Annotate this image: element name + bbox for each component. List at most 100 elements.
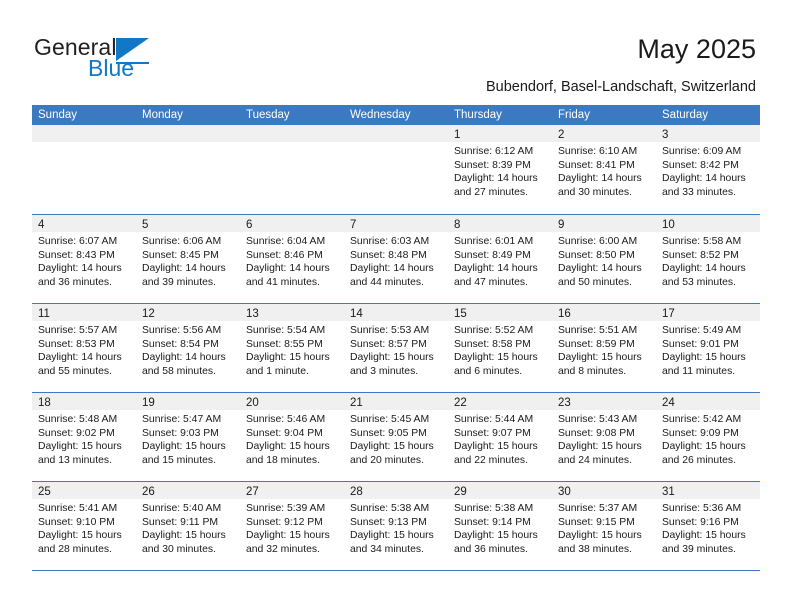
sunrise-text: Sunrise: 6:12 AM [454, 146, 534, 157]
page-header: General Blue May 2025 Bubendorf, Basel-L… [0, 0, 792, 100]
sunset-text: Sunset: 9:11 PM [142, 516, 219, 528]
day-number-band: 28 [344, 482, 448, 499]
daylight-text-line2: and 36 minutes. [454, 543, 528, 555]
day-details: Sunrise: 5:38 AM Sunset: 9:13 PM Dayligh… [344, 499, 448, 556]
daylight-text-line1: Daylight: 15 hours [350, 441, 434, 453]
daylight-text-line1: Daylight: 15 hours [246, 530, 330, 542]
day-number-band: 30 [552, 482, 656, 499]
sunrise-text: Sunrise: 5:56 AM [142, 325, 222, 336]
day-details [344, 142, 448, 145]
day-cell[interactable]: 6 Sunrise: 6:04 AM Sunset: 8:46 PM Dayli… [240, 215, 344, 303]
daylight-text-line1: Daylight: 14 hours [558, 173, 642, 185]
day-cell[interactable]: 14 Sunrise: 5:53 AM Sunset: 8:57 PM Dayl… [344, 304, 448, 392]
day-cell[interactable]: 18 Sunrise: 5:48 AM Sunset: 9:02 PM Dayl… [32, 393, 136, 481]
sunrise-text: Sunrise: 5:40 AM [142, 503, 222, 514]
day-number [136, 129, 142, 141]
sunset-text: Sunset: 9:12 PM [246, 516, 323, 528]
sunrise-text: Sunrise: 5:39 AM [246, 503, 326, 514]
daylight-text-line2: and 34 minutes. [350, 543, 424, 555]
day-details: Sunrise: 5:45 AM Sunset: 9:05 PM Dayligh… [344, 410, 448, 467]
sunrise-text: Sunrise: 5:49 AM [662, 325, 742, 336]
day-cell[interactable]: 2 Sunrise: 6:10 AM Sunset: 8:41 PM Dayli… [552, 125, 656, 214]
day-cell[interactable]: 21 Sunrise: 5:45 AM Sunset: 9:05 PM Dayl… [344, 393, 448, 481]
sunset-text: Sunset: 8:52 PM [662, 249, 739, 261]
day-details: Sunrise: 5:49 AM Sunset: 9:01 PM Dayligh… [656, 321, 760, 378]
daylight-text-line2: and 1 minute. [246, 365, 309, 377]
day-cell[interactable] [344, 125, 448, 214]
day-cell[interactable]: 26 Sunrise: 5:40 AM Sunset: 9:11 PM Dayl… [136, 482, 240, 570]
day-cell[interactable]: 13 Sunrise: 5:54 AM Sunset: 8:55 PM Dayl… [240, 304, 344, 392]
day-cell[interactable]: 9 Sunrise: 6:00 AM Sunset: 8:50 PM Dayli… [552, 215, 656, 303]
sunrise-text: Sunrise: 6:09 AM [662, 146, 742, 157]
daylight-text-line1: Daylight: 14 hours [662, 173, 746, 185]
day-details: Sunrise: 5:44 AM Sunset: 9:07 PM Dayligh… [448, 410, 552, 467]
day-cell[interactable]: 28 Sunrise: 5:38 AM Sunset: 9:13 PM Dayl… [344, 482, 448, 570]
day-details: Sunrise: 6:04 AM Sunset: 8:46 PM Dayligh… [240, 232, 344, 289]
general-blue-logo[interactable]: General Blue [34, 34, 234, 84]
day-cell[interactable] [32, 125, 136, 214]
day-number: 31 [662, 486, 675, 498]
sunrise-text: Sunrise: 6:03 AM [350, 236, 430, 247]
daylight-text-line2: and 55 minutes. [38, 365, 112, 377]
day-number: 2 [558, 129, 565, 141]
sunset-text: Sunset: 9:03 PM [142, 427, 219, 439]
daylight-text-line2: and 3 minutes. [350, 365, 419, 377]
day-cell[interactable] [240, 125, 344, 214]
daylight-text-line1: Daylight: 15 hours [38, 441, 122, 453]
day-cell[interactable]: 20 Sunrise: 5:46 AM Sunset: 9:04 PM Dayl… [240, 393, 344, 481]
day-number: 12 [142, 308, 155, 320]
day-cell[interactable]: 25 Sunrise: 5:41 AM Sunset: 9:10 PM Dayl… [32, 482, 136, 570]
day-cell[interactable]: 22 Sunrise: 5:44 AM Sunset: 9:07 PM Dayl… [448, 393, 552, 481]
day-cell[interactable]: 23 Sunrise: 5:43 AM Sunset: 9:08 PM Dayl… [552, 393, 656, 481]
sunrise-text: Sunrise: 6:10 AM [558, 146, 638, 157]
day-cell[interactable]: 1 Sunrise: 6:12 AM Sunset: 8:39 PM Dayli… [448, 125, 552, 214]
day-number-band: 18 [32, 393, 136, 410]
day-number: 18 [38, 397, 51, 409]
day-number: 1 [454, 129, 461, 141]
day-cell[interactable]: 3 Sunrise: 6:09 AM Sunset: 8:42 PM Dayli… [656, 125, 760, 214]
sunset-text: Sunset: 8:49 PM [454, 249, 531, 261]
day-cell[interactable]: 8 Sunrise: 6:01 AM Sunset: 8:49 PM Dayli… [448, 215, 552, 303]
day-number-band: 26 [136, 482, 240, 499]
sunrise-text: Sunrise: 5:48 AM [38, 414, 118, 425]
day-cell[interactable]: 31 Sunrise: 5:36 AM Sunset: 9:16 PM Dayl… [656, 482, 760, 570]
page-subtitle-location: Bubendorf, Basel-Landschaft, Switzerland [485, 79, 756, 95]
weekday-header-monday: Monday [142, 109, 183, 121]
day-cell[interactable]: 27 Sunrise: 5:39 AM Sunset: 9:12 PM Dayl… [240, 482, 344, 570]
day-cell[interactable]: 15 Sunrise: 5:52 AM Sunset: 8:58 PM Dayl… [448, 304, 552, 392]
sunrise-text: Sunrise: 5:57 AM [38, 325, 118, 336]
sunrise-text: Sunrise: 6:00 AM [558, 236, 638, 247]
day-cell[interactable]: 19 Sunrise: 5:47 AM Sunset: 9:03 PM Dayl… [136, 393, 240, 481]
daylight-text-line2: and 20 minutes. [350, 454, 424, 466]
sunset-text: Sunset: 8:59 PM [558, 338, 635, 350]
day-cell[interactable]: 11 Sunrise: 5:57 AM Sunset: 8:53 PM Dayl… [32, 304, 136, 392]
day-cell[interactable]: 12 Sunrise: 5:56 AM Sunset: 8:54 PM Dayl… [136, 304, 240, 392]
sunrise-text: Sunrise: 5:58 AM [662, 236, 742, 247]
day-cell[interactable]: 29 Sunrise: 5:38 AM Sunset: 9:14 PM Dayl… [448, 482, 552, 570]
day-number-band: 27 [240, 482, 344, 499]
day-cell[interactable]: 30 Sunrise: 5:37 AM Sunset: 9:15 PM Dayl… [552, 482, 656, 570]
day-cell[interactable]: 24 Sunrise: 5:42 AM Sunset: 9:09 PM Dayl… [656, 393, 760, 481]
sunset-text: Sunset: 8:43 PM [38, 249, 115, 261]
day-cell[interactable] [136, 125, 240, 214]
day-cell[interactable]: 7 Sunrise: 6:03 AM Sunset: 8:48 PM Dayli… [344, 215, 448, 303]
daylight-text-line2: and 18 minutes. [246, 454, 320, 466]
day-cell[interactable]: 5 Sunrise: 6:06 AM Sunset: 8:45 PM Dayli… [136, 215, 240, 303]
day-cell[interactable]: 17 Sunrise: 5:49 AM Sunset: 9:01 PM Dayl… [656, 304, 760, 392]
weekday-header-wednesday: Wednesday [350, 109, 411, 121]
sunrise-text: Sunrise: 5:37 AM [558, 503, 638, 514]
sunrise-text: Sunrise: 5:36 AM [662, 503, 742, 514]
daylight-text-line1: Daylight: 14 hours [350, 263, 434, 275]
day-number: 10 [662, 219, 675, 231]
day-cell[interactable]: 10 Sunrise: 5:58 AM Sunset: 8:52 PM Dayl… [656, 215, 760, 303]
day-cell[interactable]: 4 Sunrise: 6:07 AM Sunset: 8:43 PM Dayli… [32, 215, 136, 303]
weekday-header-sunday: Sunday [38, 109, 78, 121]
day-number-band: 13 [240, 304, 344, 321]
daylight-text-line1: Daylight: 15 hours [142, 441, 226, 453]
day-number-band: 10 [656, 215, 760, 232]
day-cell[interactable]: 16 Sunrise: 5:51 AM Sunset: 8:59 PM Dayl… [552, 304, 656, 392]
daylight-text-line2: and 27 minutes. [454, 186, 528, 198]
sunset-text: Sunset: 8:54 PM [142, 338, 219, 350]
sunrise-text: Sunrise: 5:51 AM [558, 325, 638, 336]
day-number: 13 [246, 308, 259, 320]
